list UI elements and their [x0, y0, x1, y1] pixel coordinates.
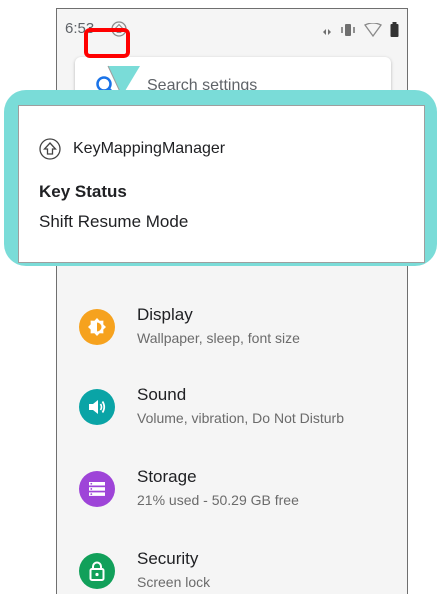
sound-icon: [79, 389, 115, 425]
highlight-box: [84, 28, 130, 58]
nfc-icon: [322, 23, 332, 41]
settings-item-subtitle: Wallpaper, sleep, font size: [137, 330, 300, 346]
notification-text: Shift Resume Mode: [39, 212, 189, 231]
display-icon: [79, 309, 115, 345]
settings-item-display[interactable]: Display Wallpaper, sleep, font size: [57, 289, 407, 369]
vibrate-icon: [340, 23, 356, 42]
settings-item-subtitle: Volume, vibration, Do Not Disturb: [137, 410, 344, 426]
notification-header: KeyMappingManager: [39, 138, 225, 160]
notification-app-name: KeyMappingManager: [73, 140, 226, 157]
notification-card[interactable]: KeyMappingManager Key Status Shift Resum…: [18, 105, 425, 263]
settings-item-sound[interactable]: Sound Volume, vibration, Do Not Disturb: [57, 369, 407, 449]
storage-icon: [79, 471, 115, 507]
notification-title: Key Status: [39, 182, 127, 201]
settings-item-subtitle: Screen lock: [137, 574, 211, 590]
settings-item-title: Display: [137, 305, 193, 324]
settings-item-title: Storage: [137, 467, 197, 486]
battery-icon: [390, 22, 399, 42]
settings-item-security[interactable]: Security Screen lock: [57, 533, 407, 594]
status-icons: [322, 21, 399, 42]
settings-item-title: Security: [137, 549, 199, 568]
security-icon: [79, 553, 115, 589]
key-mapping-app-icon: [39, 138, 61, 160]
settings-item-storage[interactable]: Storage 21% used - 50.29 GB free: [57, 451, 407, 531]
wifi-icon: [364, 21, 382, 42]
settings-item-title: Sound: [137, 385, 187, 404]
settings-item-subtitle: 21% used - 50.29 GB free: [137, 492, 299, 508]
